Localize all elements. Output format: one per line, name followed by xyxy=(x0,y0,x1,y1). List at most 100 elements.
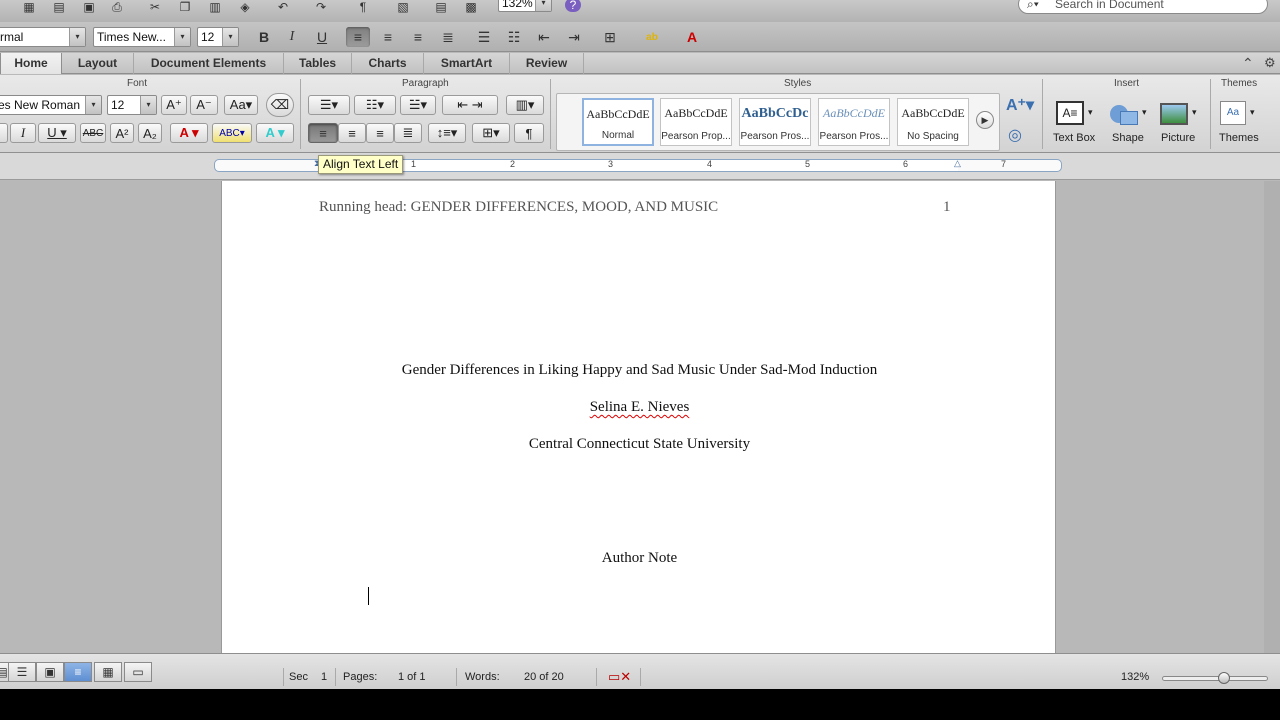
right-indent-marker-icon[interactable]: △ xyxy=(954,158,961,169)
font-combo[interactable]: Times New... ▾ xyxy=(93,27,191,47)
size-dropdown-icon[interactable]: ▾ xyxy=(222,28,238,46)
tab-charts[interactable]: Charts xyxy=(352,53,424,74)
highlight-icon[interactable]: ab xyxy=(640,27,664,47)
tab-review[interactable]: Review xyxy=(510,53,584,74)
underline-button[interactable]: U xyxy=(310,27,334,47)
tab-document-elements[interactable]: Document Elements xyxy=(134,53,284,74)
justify-button[interactable]: ≣ xyxy=(436,27,460,47)
themes-button[interactable]: Aa ▾ xyxy=(1218,99,1262,129)
format-painter-icon[interactable]: ◈ xyxy=(234,0,256,14)
multilevel-list-button[interactable]: ☱▾ xyxy=(400,95,436,115)
columns-button[interactable]: ▥▾ xyxy=(506,95,544,115)
document-page[interactable]: Running head: GENDER DIFFERENCES, MOOD, … xyxy=(221,181,1056,653)
ribbon-underline-button[interactable]: U ▾ xyxy=(38,123,76,143)
align-right-button[interactable]: ≡ xyxy=(406,27,430,47)
decrease-indent-icon[interactable]: ⇤ xyxy=(532,27,556,47)
print-icon[interactable]: ⎙ xyxy=(106,0,128,14)
shape-button[interactable]: ▾ xyxy=(1108,99,1152,129)
styles-next-icon[interactable]: ▶ xyxy=(976,111,994,129)
toolbox-icon[interactable]: ▤ xyxy=(430,0,452,14)
bullets-button[interactable]: ☰▾ xyxy=(308,95,350,115)
ribbon-highlight-button[interactable]: ABC▾ xyxy=(212,123,252,143)
gallery-icon[interactable]: ▦ xyxy=(18,0,40,14)
line-spacing-button[interactable]: ↕≡▾ xyxy=(428,123,466,143)
align-left-button[interactable]: ≡ xyxy=(346,27,370,47)
numbered-list-icon[interactable]: ☰ xyxy=(472,27,496,47)
style-pearson-prop[interactable]: AaBbCcDdE Pearson Prop... xyxy=(660,98,732,146)
manage-styles-icon[interactable]: ◎ xyxy=(1008,125,1030,145)
save-icon[interactable]: ▣ xyxy=(78,0,100,14)
vertical-scrollbar[interactable] xyxy=(1264,181,1280,653)
paragraph-marks-icon[interactable]: ¶ xyxy=(352,0,374,14)
media-browser-icon[interactable]: ▩ xyxy=(460,0,482,14)
notebook-view-button[interactable]: ▦ xyxy=(94,662,122,682)
open-icon[interactable]: ▤ xyxy=(48,0,70,14)
sidebar-icon[interactable]: ▧ xyxy=(392,0,414,14)
style-normal[interactable]: AaBbCcDdE Normal xyxy=(582,98,654,146)
borders-icon[interactable]: ⊞ xyxy=(598,27,622,47)
picture-button[interactable]: ▾ xyxy=(1158,99,1202,129)
show-formatting-button[interactable]: ¶ xyxy=(514,123,544,143)
ribbon-font-combo[interactable]: es New Roman ▾ xyxy=(0,95,102,115)
ribbon-align-left-button[interactable]: ≡ xyxy=(308,123,338,143)
collapse-ribbon-icon[interactable]: ⌃ xyxy=(1242,55,1254,72)
cut-icon[interactable]: ✂ xyxy=(144,0,166,14)
ribbon-settings-icon[interactable]: ⚙ xyxy=(1264,55,1276,71)
zoom-dropdown-icon[interactable]: ▾ xyxy=(535,0,551,11)
font-dropdown-icon[interactable]: ▾ xyxy=(174,28,190,46)
ribbon-font-color-button[interactable]: A ▾ xyxy=(170,123,208,143)
increase-indent-icon[interactable]: ⇥ xyxy=(562,27,586,47)
print-layout-view-button[interactable]: ≡ xyxy=(64,662,92,682)
focus-view-button[interactable]: ▭ xyxy=(124,662,152,682)
tab-tables[interactable]: Tables xyxy=(284,53,352,74)
zoom-slider-thumb[interactable] xyxy=(1218,672,1230,684)
tab-layout[interactable]: Layout xyxy=(62,53,134,74)
style-pearson-pros-2[interactable]: AaBbCcDdE Pearson Pros... xyxy=(818,98,890,146)
publishing-view-button[interactable]: ▣ xyxy=(36,662,64,682)
ribbon-justify-button[interactable]: ≣ xyxy=(394,123,422,143)
subscript-button[interactable]: A₂ xyxy=(138,123,162,143)
words-value: 20 of 20 xyxy=(524,671,564,683)
style-no-spacing[interactable]: AaBbCcDdE No Spacing xyxy=(897,98,969,146)
ribbon-align-right-button[interactable]: ≡ xyxy=(366,123,394,143)
ribbon-bold-button[interactable] xyxy=(0,123,8,143)
style-pearson-pros-1[interactable]: AaBbCcDc Pearson Pros... xyxy=(739,98,811,146)
strikethrough-button[interactable]: ABC xyxy=(80,123,106,143)
italic-button[interactable]: I xyxy=(280,27,304,47)
style-dropdown-icon[interactable]: ▾ xyxy=(69,28,85,46)
indent-buttons[interactable]: ⇤ ⇥ xyxy=(442,95,498,115)
paste-icon[interactable]: ▥ xyxy=(204,0,226,14)
change-case-button[interactable]: Aa▾ xyxy=(224,95,258,115)
align-center-button[interactable]: ≡ xyxy=(376,27,400,47)
ribbon-size-dropdown-icon[interactable]: ▾ xyxy=(140,96,156,114)
style-combo[interactable]: rmal ▾ xyxy=(0,27,86,47)
zoom-combo[interactable]: 132% ▾ xyxy=(498,0,552,12)
help-icon[interactable]: ? xyxy=(565,0,581,12)
shrink-font-button[interactable]: A⁻ xyxy=(190,95,218,115)
redo-icon[interactable]: ↷ xyxy=(310,0,332,14)
align-left-tooltip: Align Text Left xyxy=(318,155,404,174)
zoom-slider[interactable] xyxy=(1162,672,1268,684)
numbering-button[interactable]: ☷▾ xyxy=(354,95,396,115)
undo-icon[interactable]: ↶ xyxy=(272,0,294,14)
bold-button[interactable]: B xyxy=(252,27,276,47)
ribbon-font-dropdown-icon[interactable]: ▾ xyxy=(85,96,101,114)
shading-button[interactable]: ⊞▾ xyxy=(472,123,510,143)
quick-styles-icon[interactable]: A⁺▾ xyxy=(1006,95,1036,117)
ribbon-size-combo[interactable]: 12 ▾ xyxy=(107,95,157,115)
tab-smartart[interactable]: SmartArt xyxy=(424,53,510,74)
ribbon-italic-button[interactable]: I xyxy=(10,123,36,143)
size-combo[interactable]: 12 ▾ xyxy=(197,27,239,47)
text-effects-button[interactable]: A ▾ xyxy=(256,123,294,143)
bulleted-list-icon[interactable]: ☷ xyxy=(502,27,526,47)
clear-formatting-button[interactable]: ⌫ xyxy=(266,93,294,117)
search-field[interactable]: ⌕▾ Search in Document xyxy=(1018,0,1268,14)
outline-view-button[interactable]: ☰ xyxy=(8,662,36,682)
ribbon-align-center-button[interactable]: ≡ xyxy=(338,123,366,143)
tab-home[interactable]: Home xyxy=(0,53,62,74)
spelling-status-icon[interactable]: ▭✕ xyxy=(608,669,631,685)
grow-font-button[interactable]: A⁺ xyxy=(161,95,187,115)
copy-icon[interactable]: ❐ xyxy=(174,0,196,14)
superscript-button[interactable]: A² xyxy=(110,123,134,143)
font-color-icon[interactable]: A xyxy=(680,27,704,47)
